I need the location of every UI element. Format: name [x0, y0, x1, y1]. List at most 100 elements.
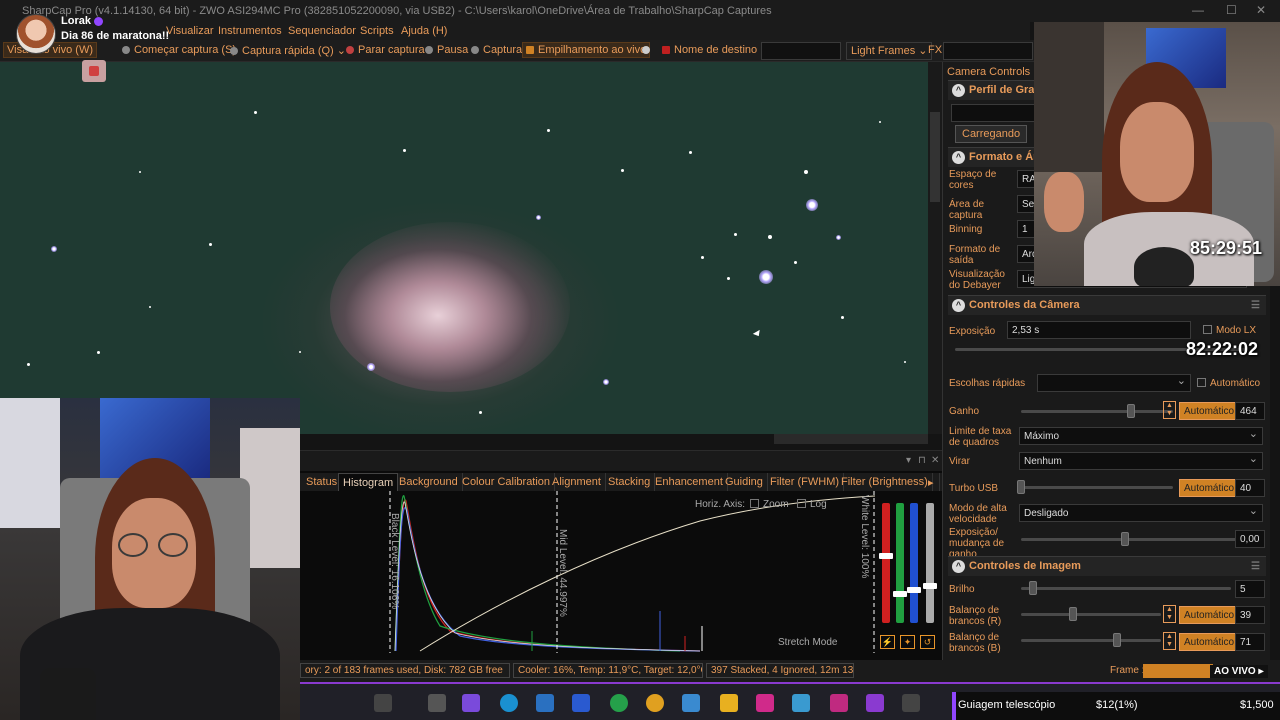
tab-status[interactable]: Status [302, 473, 343, 491]
collapse-icon[interactable]: ^ [952, 299, 965, 312]
green-level-slider[interactable] [896, 503, 904, 623]
section-menu-icon[interactable]: ☰ [1251, 300, 1260, 311]
loading-button[interactable]: Carregando [955, 125, 1028, 143]
star-stretch-icon[interactable]: ✦ [900, 635, 915, 649]
edge-icon[interactable] [500, 694, 518, 712]
brightness-slider-knob[interactable] [1029, 581, 1037, 595]
wb-blue-spinner[interactable]: ▲ ▼ [1163, 632, 1176, 650]
collapse-icon[interactable]: ^ [952, 560, 965, 573]
gain-auto-button[interactable]: Automático [1179, 402, 1240, 420]
menu-item-scripts[interactable]: Scripts [360, 25, 394, 37]
taskview-icon[interactable] [428, 694, 446, 712]
app-icon[interactable] [462, 694, 480, 712]
zoom-checkbox-box[interactable] [750, 499, 759, 508]
tab-enhancement[interactable]: Enhancement [651, 473, 728, 491]
section-image[interactable]: ^ Controles de Imagem ☰ [948, 556, 1266, 576]
exposure-gain-slider-knob[interactable] [1121, 532, 1129, 546]
exposure-gain-value[interactable]: 0,00 [1235, 530, 1265, 548]
gain-slider-knob[interactable] [1127, 404, 1135, 418]
wb-blue-slider-track[interactable] [1021, 639, 1161, 642]
tab-colour-calibration[interactable]: Colour Calibration [458, 473, 556, 491]
wb-red-slider-knob[interactable] [1069, 607, 1077, 621]
wb-blue-auto-button[interactable]: Automático [1179, 633, 1240, 651]
image-horizontal-scrollbar[interactable] [774, 434, 928, 444]
exposure-input[interactable]: 2,53 s [1007, 321, 1191, 339]
stop-capture-button[interactable]: Parar captura [346, 44, 425, 56]
log-checkbox-box[interactable] [797, 499, 806, 508]
blue-slider-knob[interactable] [907, 587, 921, 593]
blue-level-slider[interactable] [910, 503, 918, 623]
explorer-icon[interactable] [720, 694, 738, 712]
fx-select[interactable] [943, 42, 1033, 60]
tab-guiding[interactable]: Guiding [721, 473, 768, 491]
gain-spinner[interactable]: ▲ ▼ [1163, 401, 1176, 419]
collapse-icon[interactable]: ^ [952, 84, 965, 97]
tab-alignment[interactable]: Alignment [548, 473, 606, 491]
tab-histogram[interactable]: Histogram [338, 473, 399, 491]
scrollbar-thumb[interactable] [930, 112, 940, 202]
tab-filter-brightness[interactable]: Filter (Brightness) [837, 473, 933, 491]
chrome-icon[interactable] [646, 694, 664, 712]
obs-icon[interactable] [756, 694, 774, 712]
turbo-value[interactable]: 40 [1235, 479, 1265, 497]
turbo-auto-button[interactable]: Automático [1179, 479, 1240, 497]
auto-stretch-icon[interactable]: ⚡ [880, 635, 895, 649]
exposure-gain-slider-track[interactable] [1021, 538, 1241, 541]
section-menu-icon[interactable]: ☰ [1251, 561, 1260, 572]
live-stacking-button[interactable]: Empilhamento ao vivo [522, 42, 651, 58]
tab-filter-fwhm[interactable]: Filter (FWHM) [766, 473, 845, 491]
collapse-icon[interactable]: ^ [952, 151, 965, 164]
pin-icon[interactable]: ⊓ [918, 455, 926, 466]
turbo-slider-track[interactable] [1021, 486, 1173, 489]
image-vertical-scrollbar[interactable] [928, 62, 942, 434]
section-camera[interactable]: ^ Controles da Câmera ☰ [948, 295, 1266, 315]
tab-stacking[interactable]: Stacking [604, 473, 656, 491]
tab-background[interactable]: Background [395, 473, 463, 491]
close-panel-icon[interactable]: ✕ [931, 455, 939, 466]
menu-item-sequenciador[interactable]: Sequenciador [288, 25, 356, 37]
menu-item-instrumentos[interactable]: Instrumentos [218, 25, 282, 37]
luminance-slider-knob[interactable] [923, 583, 937, 589]
gain-slider-track[interactable] [1021, 410, 1173, 413]
record-icon[interactable] [82, 60, 106, 82]
wb-blue-value[interactable]: 71 [1235, 633, 1265, 651]
zoom-checkbox[interactable]: Zoom [750, 499, 789, 510]
vscode-icon[interactable] [792, 694, 810, 712]
fps-limit-select[interactable]: Máximo [1019, 427, 1263, 445]
brightness-slider-track[interactable] [1021, 587, 1231, 590]
minimize-icon[interactable]: — [1192, 3, 1204, 17]
live-image-viewer[interactable] [0, 62, 928, 434]
quick-picks-select[interactable] [1037, 374, 1191, 392]
capture-button[interactable]: Captura [471, 44, 522, 56]
frame-type-select[interactable]: Light Frames ⌄ [846, 42, 933, 60]
maximize-icon[interactable]: ☐ [1226, 3, 1237, 17]
histogram-chart[interactable]: Horiz. Axis: Zoom Log Black Level: 16.10… [300, 491, 876, 653]
wb-red-value[interactable]: 39 [1235, 606, 1265, 624]
photos-icon[interactable] [682, 694, 700, 712]
gain-value[interactable]: 464 [1235, 402, 1265, 420]
wb-red-slider-track[interactable] [1021, 613, 1161, 616]
wb-red-spinner[interactable]: ▲ ▼ [1163, 605, 1176, 623]
flip-select[interactable]: Nenhum [1019, 452, 1263, 470]
lx-mode-checkbox[interactable]: Modo LX [1203, 325, 1256, 336]
auto-checkbox[interactable]: Automático [1197, 378, 1260, 389]
luminance-level-slider[interactable] [926, 503, 934, 623]
store-icon[interactable] [536, 694, 554, 712]
menu-item-ajuda[interactable]: Ajuda (H) [401, 25, 447, 37]
log-checkbox[interactable]: Log [797, 499, 827, 510]
settings-icon[interactable] [572, 694, 590, 712]
wb-blue-slider-knob[interactable] [1113, 633, 1121, 647]
tab-scroll-right-icon[interactable]: ▸ [924, 473, 940, 491]
red-slider-knob[interactable] [879, 553, 893, 559]
auto-checkbox-box[interactable] [1197, 378, 1206, 387]
sharpcap-icon[interactable] [902, 694, 920, 712]
reset-stretch-icon[interactable]: ↺ [920, 635, 935, 649]
wb-red-auto-button[interactable]: Automático [1179, 606, 1240, 624]
red-level-slider[interactable] [882, 503, 890, 623]
whatsapp-icon[interactable] [610, 694, 628, 712]
quick-capture-button[interactable]: Captura rápida (Q) ⌄ [230, 44, 346, 57]
pink-app-icon[interactable] [830, 694, 848, 712]
target-name-input[interactable] [761, 42, 841, 60]
turbo-slider-knob[interactable] [1017, 480, 1025, 494]
folder-icon[interactable] [374, 694, 392, 712]
